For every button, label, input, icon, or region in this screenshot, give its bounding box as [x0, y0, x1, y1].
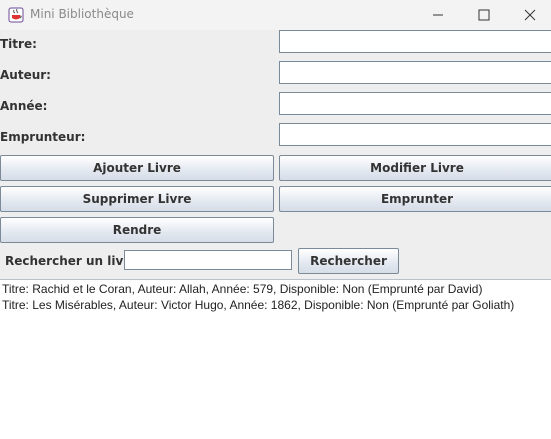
maximize-button[interactable] — [461, 0, 507, 30]
auteur-field[interactable] — [279, 61, 551, 84]
minimize-icon — [433, 14, 443, 16]
titre-field[interactable] — [279, 30, 551, 53]
java-coffee-cup-icon — [8, 7, 24, 23]
close-button[interactable] — [507, 0, 551, 30]
title-bar: Mini Bibliothèque — [0, 0, 551, 30]
app-window: Mini Bibliothèque Titre: Auteur: Année: … — [0, 0, 551, 439]
ajouter-livre-button[interactable]: Ajouter Livre — [0, 155, 274, 181]
annee-field[interactable] — [279, 92, 551, 115]
rendre-button[interactable]: Rendre — [0, 217, 274, 243]
result-line: Titre: Rachid et le Coran, Auteur: Allah… — [2, 282, 483, 296]
rechercher-button[interactable]: Rechercher — [298, 248, 399, 274]
emprunteur-label: Emprunteur: — [0, 130, 86, 144]
titre-label: Titre: — [0, 37, 37, 51]
search-input[interactable] — [124, 250, 292, 270]
emprunteur-field[interactable] — [279, 123, 551, 146]
results-text-area[interactable]: Titre: Rachid et le Coran, Auteur: Allah… — [0, 279, 551, 439]
close-icon — [524, 9, 536, 21]
search-label: Rechercher un livre: — [5, 254, 143, 268]
minimize-button[interactable] — [415, 0, 461, 30]
supprimer-livre-button[interactable]: Supprimer Livre — [0, 186, 274, 212]
modifier-livre-button[interactable]: Modifier Livre — [279, 155, 551, 181]
result-line: Titre: Les Misérables, Auteur: Victor Hu… — [2, 298, 515, 312]
annee-label: Année: — [0, 99, 48, 113]
window-title: Mini Bibliothèque — [30, 7, 134, 21]
maximize-icon — [478, 9, 490, 21]
emprunter-button[interactable]: Emprunter — [279, 186, 551, 212]
auteur-label: Auteur: — [0, 68, 51, 82]
